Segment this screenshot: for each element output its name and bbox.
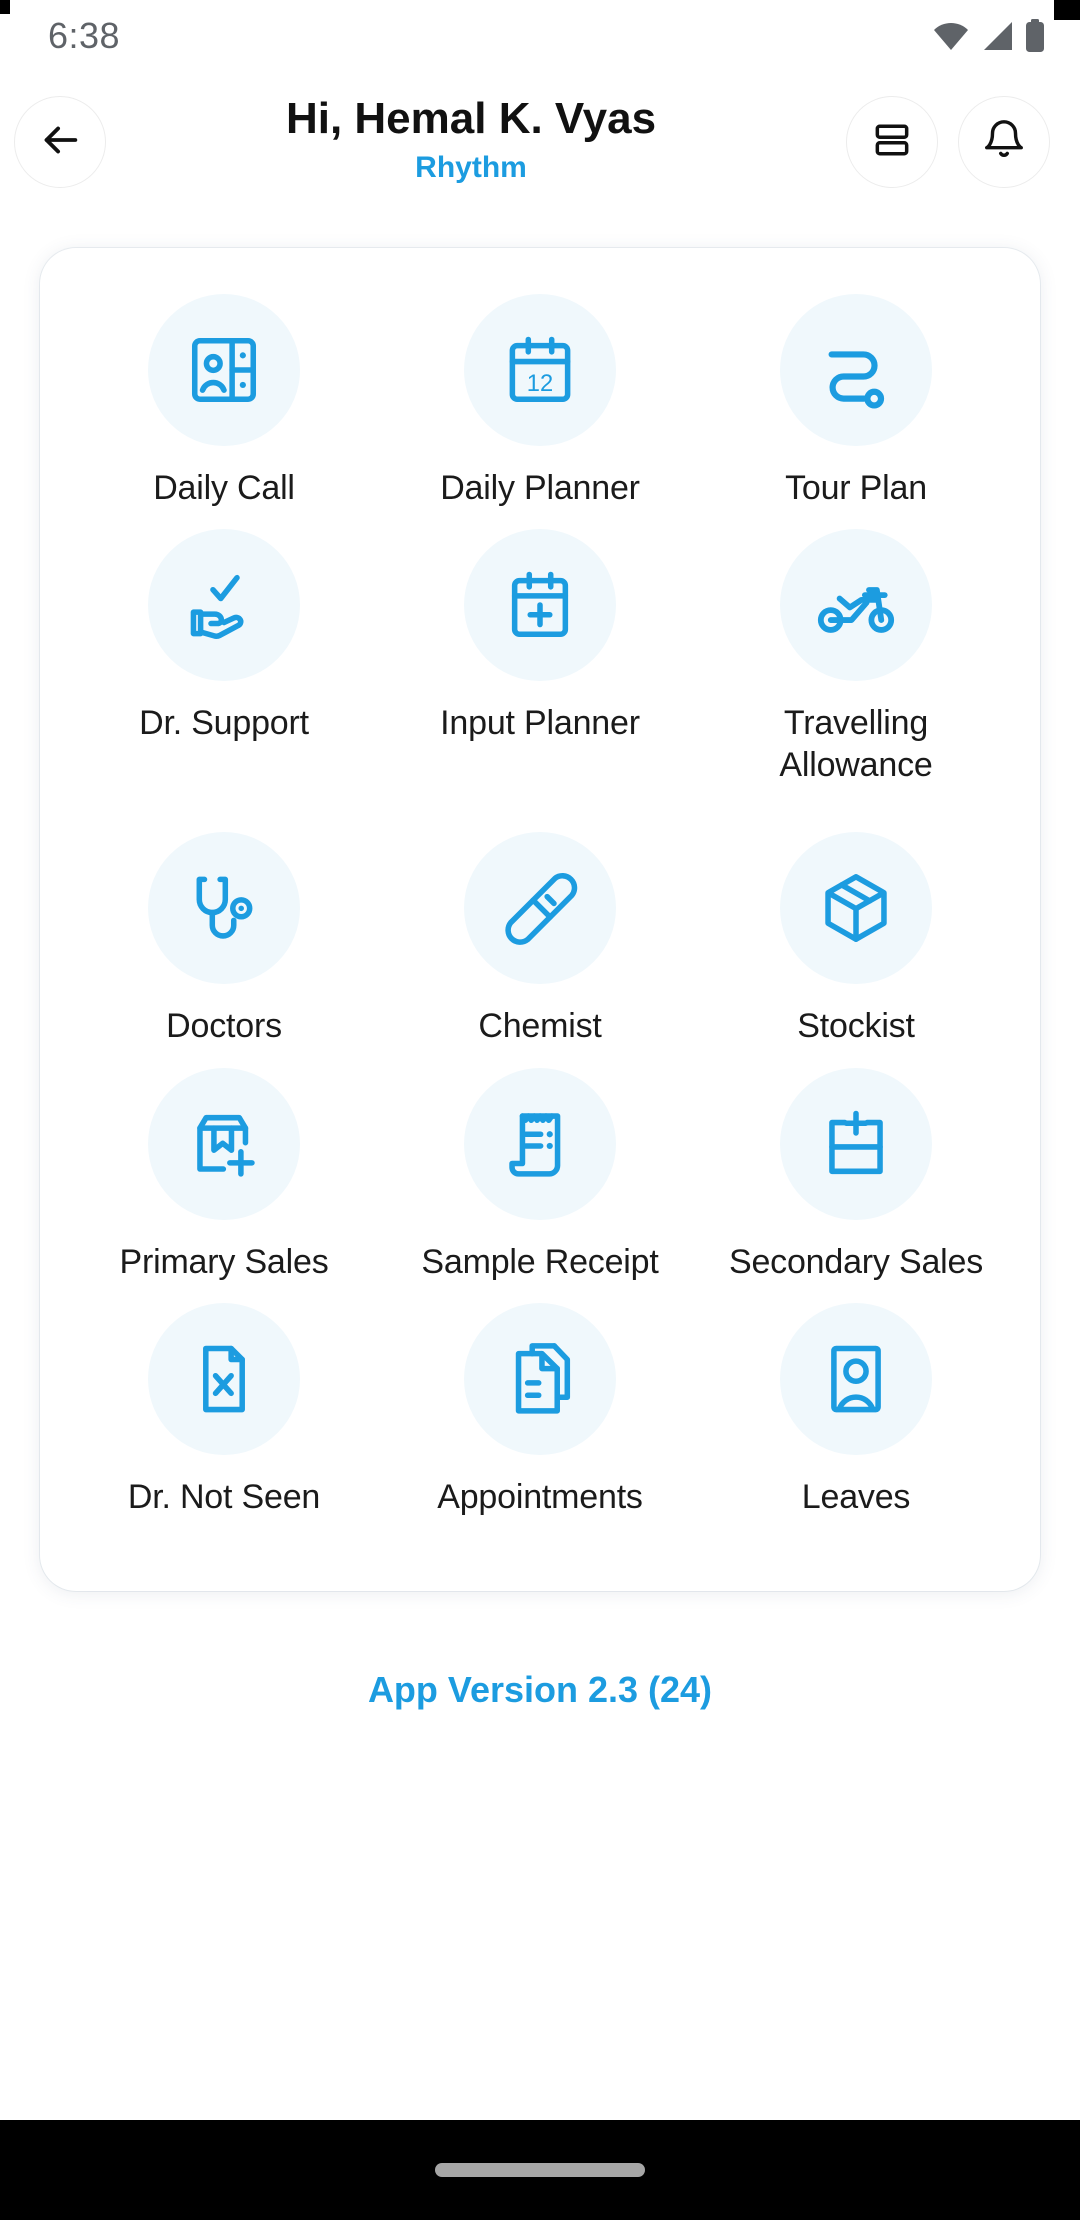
hand-check-icon	[148, 529, 300, 682]
page-subtitle: Rhythm	[415, 150, 527, 184]
app-version-row: App Version 2.3 (24)	[0, 1591, 1080, 1711]
menu-item-label: Appointments	[437, 1478, 643, 1517]
app-bar: Hi, Hemal K. Vyas Rhythm	[0, 72, 1080, 212]
box-bookmark-plus-icon	[148, 1067, 300, 1220]
menu-item-label: Input Planner	[440, 704, 640, 743]
menu-item-label: Travelling Allowance	[779, 704, 933, 784]
menu-item-daily-planner[interactable]: 12 Daily Planner	[382, 294, 698, 529]
menu-item-label: Secondary Sales	[728, 1242, 984, 1281]
menu-item-label: Dr. Support	[139, 704, 309, 743]
menu-item-stockist[interactable]: Stockist	[698, 832, 1014, 1067]
menu-grid: Daily Call 12 Daily Planner Tour Plan Dr…	[66, 294, 1014, 1539]
status-bar-time: 6:38	[48, 15, 121, 56]
menu-item-input-planner[interactable]: Input Planner	[382, 529, 698, 806]
menu-item-leaves[interactable]: Leaves	[698, 1303, 1014, 1538]
contact-card-icon	[148, 294, 300, 446]
menu-item-primary-sales[interactable]: Primary Sales	[66, 1067, 382, 1303]
menu-item-dr-not-seen[interactable]: Dr. Not Seen	[66, 1303, 382, 1538]
menu-item-tour-plan[interactable]: Tour Plan	[698, 294, 1014, 529]
menu-item-appointments[interactable]: Appointments	[382, 1303, 698, 1538]
screen-corner-top-left	[0, 0, 10, 14]
phone-screen: 6:38 Hi, Hemal K. Vyas Rhythm Daily Call…	[0, 0, 1080, 2220]
document-x-icon	[148, 1303, 300, 1456]
app-version-label: App Version 2.3 (24)	[367, 1668, 713, 1710]
menu-item-secondary-sales[interactable]: Secondary Sales	[698, 1067, 1014, 1303]
calendar-12-icon: 12	[464, 294, 616, 446]
person-card-icon	[780, 1303, 932, 1456]
page-title: Hi, Hemal K. Vyas	[285, 94, 657, 144]
menu-item-travelling-allowance[interactable]: Travelling Allowance	[698, 529, 1014, 806]
motorcycle-icon	[780, 529, 932, 682]
menu-item-label: Doctors	[166, 1007, 282, 1046]
box-plus-icon	[780, 1067, 932, 1220]
svg-text:12: 12	[527, 371, 553, 397]
app-bar-actions	[846, 96, 1050, 188]
back-button[interactable]	[14, 96, 106, 188]
app-bar-titles: Hi, Hemal K. Vyas Rhythm	[96, 94, 846, 189]
pill-capsule-icon	[464, 832, 616, 985]
layout-toggle-icon	[870, 118, 914, 167]
menu-item-sample-receipt[interactable]: Sample Receipt	[382, 1067, 698, 1303]
package-box-icon	[780, 832, 932, 985]
battery-icon	[1024, 19, 1046, 53]
back-arrow-icon	[37, 117, 83, 168]
menu-item-label: Daily Planner	[440, 469, 640, 507]
receipt-icon	[464, 1067, 616, 1220]
menu-item-label: Chemist	[478, 1007, 602, 1046]
menu-item-label: Primary Sales	[119, 1242, 329, 1281]
status-bar-icons	[932, 19, 1046, 53]
stethoscope-icon	[148, 832, 300, 985]
notification-button[interactable]	[958, 96, 1050, 188]
wifi-icon	[932, 21, 970, 51]
main-content: Daily Call 12 Daily Planner Tour Plan Dr…	[0, 212, 1080, 2120]
menu-item-label: Leaves	[801, 1478, 911, 1517]
menu-item-label: Sample Receipt	[421, 1242, 659, 1281]
documents-stack-icon	[464, 1303, 616, 1456]
system-nav-bar	[0, 2120, 1080, 2220]
home-indicator[interactable]	[435, 2163, 645, 2177]
menu-item-label: Stockist	[797, 1007, 915, 1046]
menu-item-label: Tour Plan	[785, 469, 927, 507]
notification-bell-icon	[981, 117, 1027, 168]
route-path-icon	[780, 294, 932, 446]
layout-toggle-button[interactable]	[846, 96, 938, 188]
status-bar: 6:38	[0, 0, 1080, 72]
signal-icon	[980, 21, 1014, 51]
menu-item-chemist[interactable]: Chemist	[382, 832, 698, 1067]
menu-item-label: Dr. Not Seen	[127, 1478, 321, 1517]
menu-item-doctors[interactable]: Doctors	[66, 832, 382, 1067]
screen-corner-top-right	[1054, 0, 1080, 20]
menu-item-daily-call[interactable]: Daily Call	[66, 294, 382, 529]
menu-item-label: Daily Call	[153, 469, 295, 507]
calendar-plus-icon	[464, 529, 616, 682]
menu-item-dr-support[interactable]: Dr. Support	[66, 529, 382, 806]
menu-card: Daily Call 12 Daily Planner Tour Plan Dr…	[40, 248, 1040, 1591]
